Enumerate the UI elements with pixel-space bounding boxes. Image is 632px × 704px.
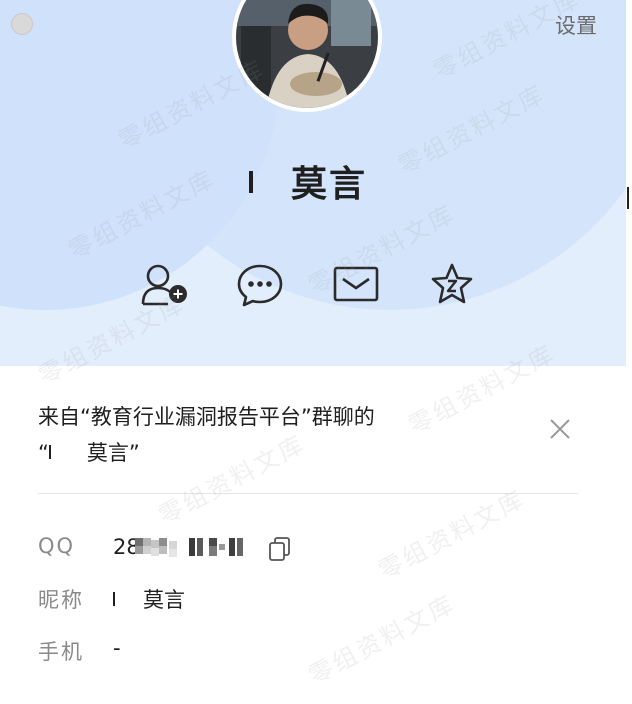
mail-button[interactable] — [332, 262, 380, 308]
favorite-icon — [431, 263, 473, 304]
nickname-value-text: 莫言 — [143, 588, 185, 612]
dismiss-button[interactable] — [548, 417, 572, 445]
qq-label: QQ — [38, 534, 76, 558]
edge-marker — [627, 187, 629, 209]
copy-icon — [269, 537, 290, 561]
add-friend-icon — [141, 264, 187, 306]
settings-link[interactable]: 设置 — [555, 10, 597, 40]
message-icon — [237, 264, 283, 307]
profile-name-text: 莫言 — [290, 164, 367, 205]
watermark: 零组资料文库 — [304, 589, 461, 691]
phone-label: 手机 — [38, 640, 84, 664]
favorite-button[interactable] — [428, 262, 476, 308]
source-name-text: 莫言 — [86, 441, 129, 465]
close-icon — [550, 419, 570, 439]
source-name: “ 莫言” — [38, 436, 140, 470]
window-edge — [626, 0, 632, 704]
add-friend-button[interactable] — [140, 262, 188, 308]
mail-icon — [333, 266, 379, 302]
divider — [38, 493, 578, 494]
copy-button[interactable] — [268, 536, 292, 566]
quote-close: ” — [128, 441, 140, 465]
profile-name: 莫言 — [0, 155, 616, 207]
name-mark — [113, 592, 115, 606]
message-button[interactable] — [236, 262, 284, 308]
name-mark — [48, 445, 51, 459]
nickname-label: 昵称 — [38, 588, 84, 612]
phone-value: - — [113, 636, 121, 660]
redacted-number — [135, 538, 243, 557]
watermark: 零组资料文库 — [154, 429, 311, 531]
watermark: 零组资料文库 — [374, 484, 531, 586]
source-title: 来自“教育行业漏洞报告平台”群聊的 — [38, 405, 375, 429]
nickname-value: 莫言 — [113, 584, 185, 614]
window-close-button[interactable] — [11, 13, 33, 35]
quote-open: “ — [38, 441, 49, 465]
name-mark — [248, 171, 253, 193]
